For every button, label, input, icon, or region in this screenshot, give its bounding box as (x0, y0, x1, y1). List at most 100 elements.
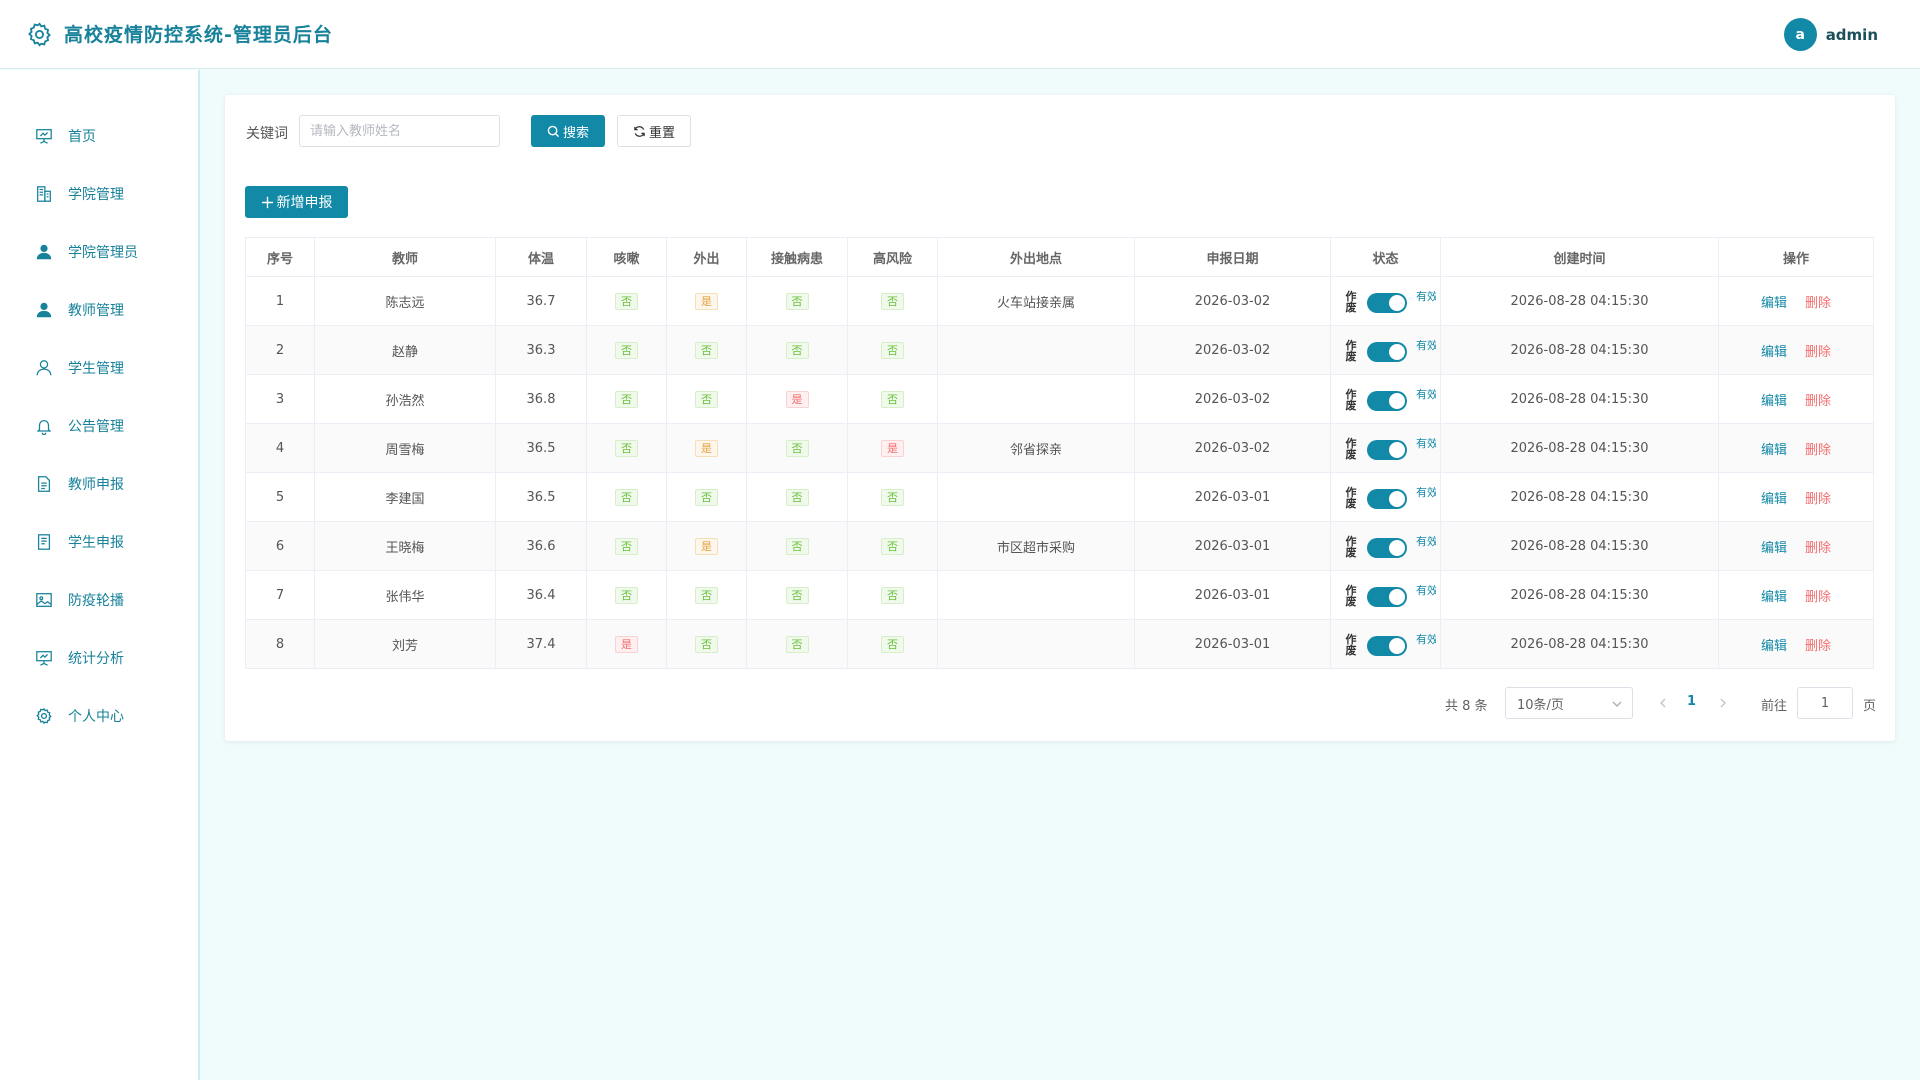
delete-button[interactable]: 删除 (1805, 443, 1831, 458)
status-off-text: 作废 (1345, 437, 1357, 461)
cough-tag: 否 (615, 488, 638, 506)
out-place: 市区超市采购 (937, 521, 1135, 571)
goto-page-input[interactable] (1797, 687, 1853, 719)
sidebar-item-college[interactable]: 学院管理 (0, 174, 198, 214)
status-toggle[interactable] (1367, 636, 1407, 656)
edit-button[interactable]: 编辑 (1761, 394, 1787, 409)
edit-button[interactable]: 编辑 (1761, 296, 1787, 311)
cough-cell: 否 (586, 374, 667, 424)
status-toggle[interactable] (1367, 538, 1407, 558)
delete-button[interactable]: 删除 (1805, 492, 1831, 507)
status-cell: 作废 有效 (1330, 619, 1441, 669)
temperature: 36.6 (495, 521, 587, 571)
user-menu[interactable]: a admin (1783, 18, 1878, 51)
report-date: 2026-03-01 (1134, 619, 1331, 669)
contact-tag: 否 (785, 586, 809, 604)
sidebar-item-label: 公告管理 (68, 419, 124, 435)
contact-cell: 否 (746, 472, 848, 522)
edit-button[interactable]: 编辑 (1761, 443, 1787, 458)
status-toggle[interactable] (1367, 293, 1407, 313)
delete-button[interactable]: 删除 (1805, 394, 1831, 409)
sidebar-item-teachers[interactable]: 教师管理 (0, 290, 198, 330)
search-button[interactable]: 搜索 (531, 115, 605, 147)
status-toggle[interactable] (1367, 440, 1407, 460)
cough-cell: 是 (586, 619, 667, 669)
sidebar-item-label: 学院管理 (68, 187, 124, 203)
delete-button[interactable]: 删除 (1805, 345, 1831, 360)
out-place: 邻省探亲 (937, 423, 1135, 473)
row-number: 8 (245, 619, 315, 669)
out-place (937, 374, 1135, 424)
out-cell: 否 (666, 325, 747, 375)
prev-page-icon[interactable] (1655, 693, 1671, 713)
sidebar-item-statistics[interactable]: 统计分析 (0, 638, 198, 678)
delete-button[interactable]: 删除 (1805, 639, 1831, 654)
sidebar-item-teacher-report[interactable]: 教师申报 (0, 464, 198, 504)
created-time: 2026-08-28 04:15:30 (1440, 472, 1719, 522)
teacher-name: 刘芳 (314, 619, 496, 669)
table-row: 8 刘芳 37.4 是 否 否 否 2026-03-01 作废 有效 2026-08-28 04:1… (245, 619, 1874, 669)
cough-cell: 否 (586, 325, 667, 375)
total-count: 共 8 条 (1445, 699, 1488, 714)
column-header: 咳嗽 (586, 237, 667, 277)
edit-button[interactable]: 编辑 (1761, 590, 1787, 605)
temperature: 36.4 (495, 570, 587, 620)
contact-tag: 是 (785, 390, 809, 408)
next-page-icon[interactable] (1715, 693, 1731, 713)
report-date: 2026-03-02 (1134, 374, 1331, 424)
edit-button[interactable]: 编辑 (1761, 639, 1787, 654)
sidebar-item-label: 首页 (68, 129, 96, 145)
status-toggle[interactable] (1367, 489, 1407, 509)
created-time: 2026-08-28 04:15:30 (1440, 521, 1719, 571)
building-icon (37, 186, 51, 202)
cough-cell: 否 (586, 423, 667, 473)
sidebar-item-label: 防疫轮播 (68, 593, 124, 609)
delete-button[interactable]: 删除 (1805, 296, 1831, 311)
page-size-select[interactable]: 10条/页 (1505, 687, 1633, 719)
pagination: 共 8 条 10条/页 1 前往 页 (225, 687, 1895, 719)
app-title: 高校疫情防控系统-管理员后台 (64, 24, 333, 46)
current-page[interactable]: 1 (1687, 694, 1696, 709)
column-header: 操作 (1718, 237, 1874, 277)
reset-button[interactable]: 重置 (617, 115, 691, 147)
delete-button[interactable]: 删除 (1805, 541, 1831, 556)
presentation-icon (36, 129, 52, 144)
refresh-icon (634, 125, 645, 137)
column-header: 外出地点 (937, 237, 1135, 277)
edit-button[interactable]: 编辑 (1761, 345, 1787, 360)
edit-button[interactable]: 编辑 (1761, 541, 1787, 556)
sidebar-item-students[interactable]: 学生管理 (0, 348, 198, 388)
risk-cell: 是 (847, 423, 938, 473)
username[interactable]: admin (1826, 26, 1878, 44)
status-cell: 作废 有效 (1330, 423, 1441, 473)
edit-button[interactable]: 编辑 (1761, 492, 1787, 507)
sidebar-item-student-report[interactable]: 学生申报 (0, 522, 198, 562)
out-place (937, 619, 1135, 669)
keyword-input[interactable] (299, 115, 500, 147)
avatar[interactable]: a (1783, 18, 1817, 51)
sidebar-item-profile[interactable]: 个人中心 (0, 696, 198, 736)
column-header: 序号 (245, 237, 315, 277)
cough-cell: 否 (586, 472, 667, 522)
main-card: 关键词 搜索 重置 新增申报 序号 教师 体温 咳嗽 外出 (225, 95, 1895, 741)
row-actions: 编辑 删除 (1718, 423, 1874, 473)
sidebar-item-notices[interactable]: 公告管理 (0, 406, 198, 446)
sidebar-item-label: 学生申报 (68, 535, 124, 551)
sidebar-item-home[interactable]: 首页 (0, 116, 198, 156)
delete-button[interactable]: 删除 (1805, 590, 1831, 605)
column-header: 状态 (1330, 237, 1441, 277)
chevron-down-icon (1612, 701, 1622, 707)
document-icon (37, 534, 51, 550)
add-report-button[interactable]: 新增申报 (245, 186, 348, 218)
page-size-value: 10条/页 (1517, 697, 1564, 713)
status-toggle[interactable] (1367, 342, 1407, 362)
cough-cell: 否 (586, 276, 667, 326)
status-off-text: 作废 (1345, 388, 1357, 412)
temperature: 36.7 (495, 276, 587, 326)
status-toggle[interactable] (1367, 391, 1407, 411)
status-toggle[interactable] (1367, 587, 1407, 607)
sidebar-item-carousel[interactable]: 防疫轮播 (0, 580, 198, 620)
sidebar-item-college-admin[interactable]: 学院管理员 (0, 232, 198, 272)
out-place: 火车站接亲属 (937, 276, 1135, 326)
risk-cell: 否 (847, 472, 938, 522)
